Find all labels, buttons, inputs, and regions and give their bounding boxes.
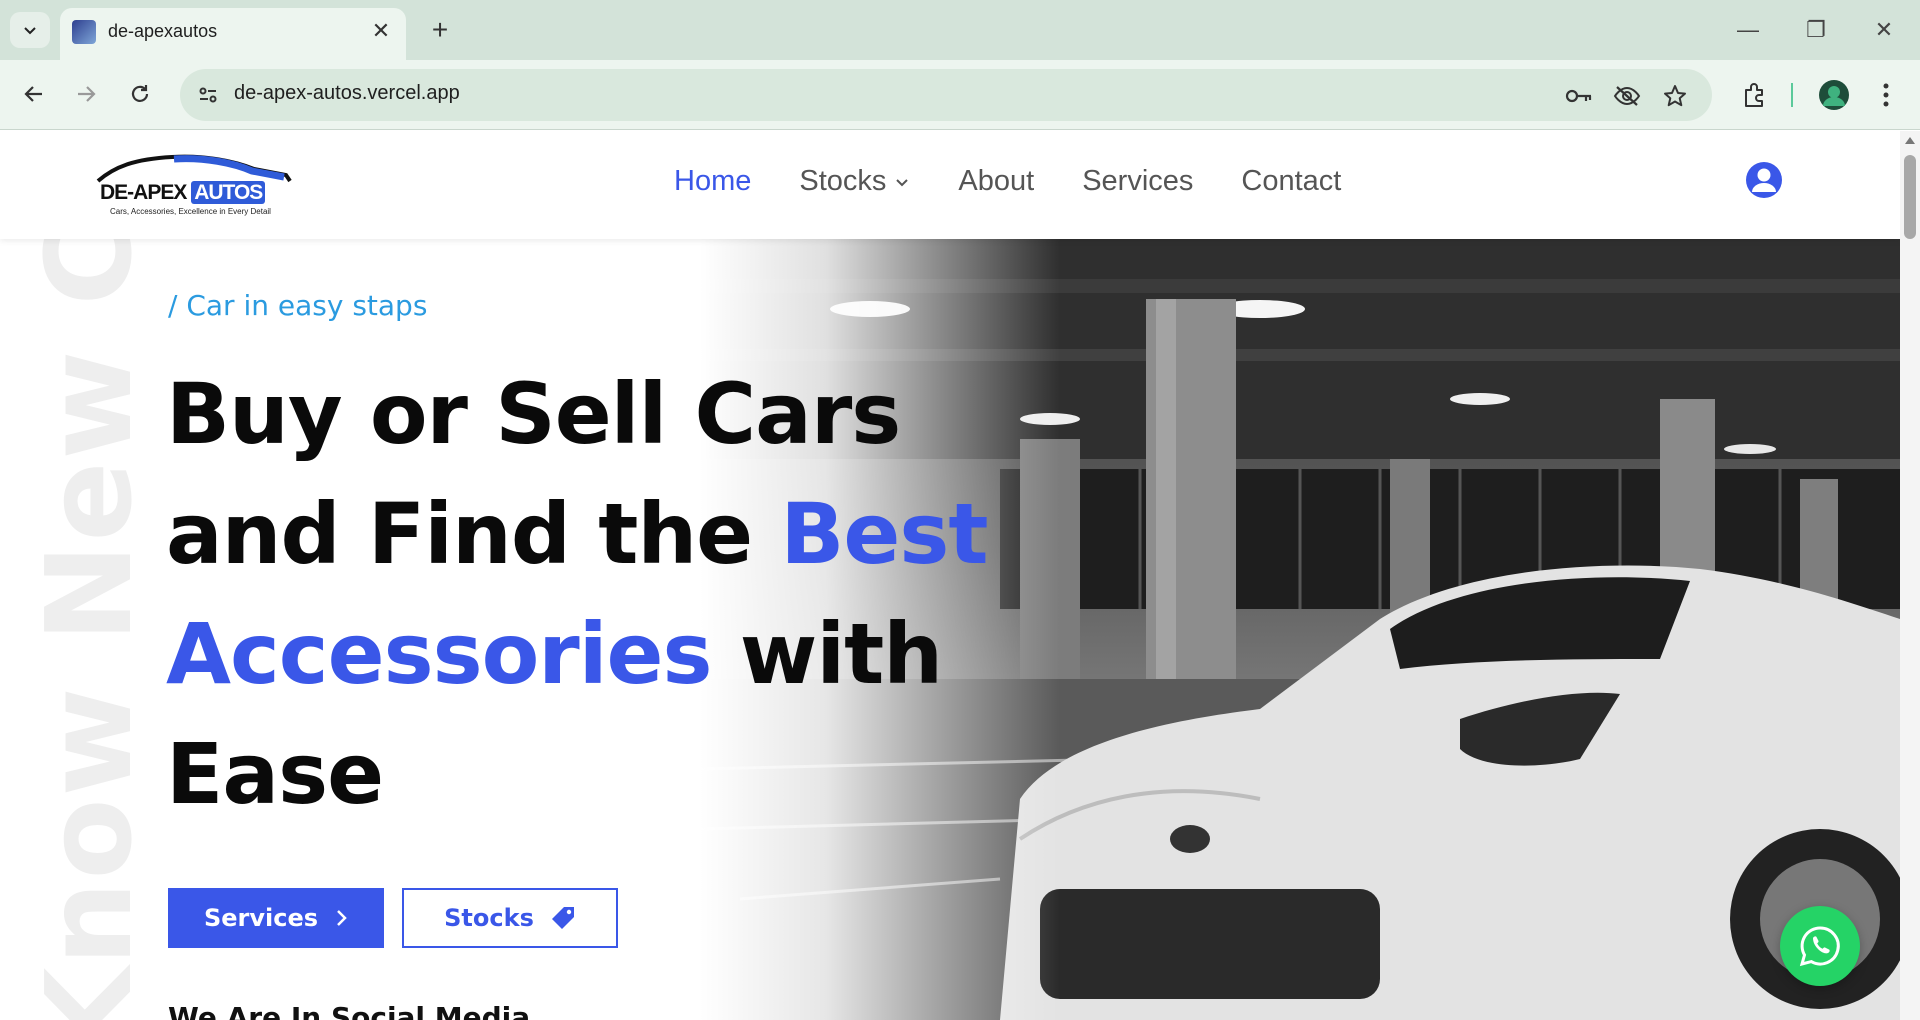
browser-tab[interactable]: de-apexautos ✕ — [60, 8, 406, 60]
price-tag-icon — [551, 907, 574, 929]
user-account-icon[interactable] — [1745, 161, 1783, 199]
address-bar[interactable]: de-apex-autos.vercel.app — [180, 69, 1712, 121]
url-text[interactable]: de-apex-autos.vercel.app — [234, 82, 460, 105]
browser-toolbar: de-apex-autos.vercel.app — [0, 60, 1920, 130]
back-arrow-icon — [24, 86, 42, 102]
password-key-icon[interactable] — [1564, 81, 1594, 111]
minimize-button[interactable]: — — [1726, 12, 1770, 48]
hero-headline: Buy or Sell Cars and Find the Best Acces… — [166, 354, 1006, 834]
chevron-down-icon — [896, 178, 909, 186]
nav-contact[interactable]: Contact — [1241, 165, 1341, 198]
nav-about[interactable]: About — [958, 165, 1034, 198]
tab-title: de-apexautos — [108, 21, 218, 41]
chevron-down-icon — [24, 27, 36, 35]
close-tab-icon[interactable]: ✕ — [368, 18, 394, 44]
nav-stocks-label: Stocks — [799, 165, 887, 197]
headline-line-4: Ease — [166, 725, 384, 823]
tab-search-button[interactable] — [10, 12, 50, 48]
headline-line-2: and Find the — [166, 485, 781, 583]
new-tab-button[interactable]: + — [422, 12, 458, 48]
headline-line-3: with — [711, 605, 943, 703]
site-info-icon[interactable] — [194, 81, 222, 109]
page-viewport: DE-APEX AUTOS Cars, Accessories, Excelle… — [0, 131, 1900, 1020]
toolbar-divider — [1791, 83, 1793, 107]
site-favicon-icon — [72, 20, 96, 44]
forward-arrow-icon — [78, 86, 96, 102]
headline-highlight-best: Best — [780, 485, 988, 583]
close-window-button[interactable]: ✕ — [1862, 12, 1906, 48]
services-button-label: Services — [203, 904, 319, 932]
forward-button[interactable] — [66, 74, 106, 114]
services-button[interactable]: Services — [168, 888, 384, 948]
hero-section: Know New Car / Car in easy staps Buy or … — [0, 239, 1900, 1020]
whatsapp-icon — [1799, 926, 1840, 967]
nav-stocks[interactable]: Stocks — [799, 165, 910, 198]
restore-button[interactable]: ❐ — [1794, 12, 1838, 48]
whatsapp-chat-button[interactable] — [1780, 906, 1860, 986]
kebab-menu-icon — [1883, 83, 1889, 107]
nav-services[interactable]: Services — [1082, 165, 1193, 198]
headline-highlight-accessories: Accessories — [166, 605, 712, 703]
browser-tab-bar: de-apexautos ✕ + — ❐ ✕ — [0, 0, 1920, 60]
hero-eyebrow: / Car in easy staps — [168, 289, 428, 322]
bookmark-star-icon[interactable] — [1660, 81, 1690, 111]
page-scrollbar[interactable] — [1900, 131, 1920, 1020]
scroll-up-arrow-icon[interactable] — [1905, 137, 1915, 144]
stocks-button[interactable]: Stocks — [402, 888, 618, 948]
nav-home[interactable]: Home — [674, 165, 751, 198]
reload-button[interactable] — [120, 74, 160, 114]
puzzle-icon — [1745, 83, 1763, 107]
eye-off-icon[interactable] — [1612, 81, 1642, 111]
chevron-right-icon — [337, 910, 347, 926]
profile-avatar[interactable] — [1814, 75, 1854, 115]
stocks-button-label: Stocks — [444, 904, 534, 932]
site-logo[interactable]: DE-APEX AUTOS Cars, Accessories, Excelle… — [94, 151, 294, 219]
extensions-button[interactable] — [1734, 75, 1774, 115]
profile-avatar-icon — [1819, 80, 1849, 110]
logo-tagline: Cars, Accessories, Excellence in Every D… — [110, 207, 271, 216]
headline-line-1: Buy or Sell Cars — [166, 365, 901, 463]
scroll-thumb[interactable] — [1904, 155, 1916, 239]
browser-menu-button[interactable] — [1866, 75, 1906, 115]
reload-icon — [131, 85, 149, 102]
site-header: DE-APEX AUTOS Cars, Accessories, Excelle… — [0, 131, 1900, 239]
logo-text: DE-APEX AUTOS — [100, 181, 266, 205]
back-button[interactable] — [14, 74, 54, 114]
vertical-watermark-text: Know New Car — [20, 239, 158, 1020]
social-media-heading: We Are In Social Media — [168, 1001, 531, 1020]
main-nav: Home Stocks About Services Contact — [674, 165, 1341, 198]
